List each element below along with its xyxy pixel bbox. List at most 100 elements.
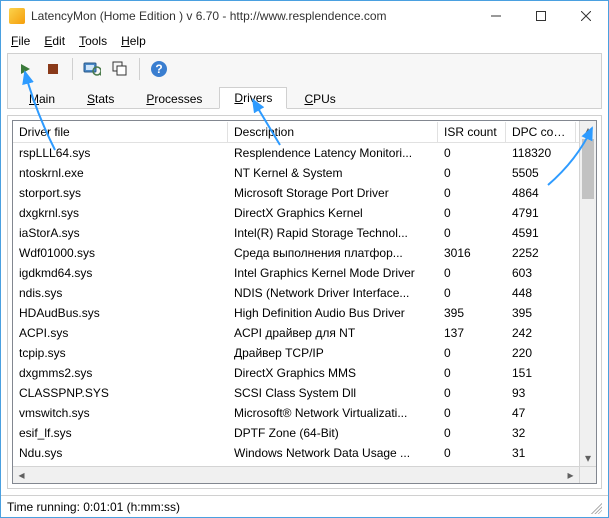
minimize-button[interactable] [473, 1, 518, 31]
cell-dpc: 603 [506, 264, 576, 282]
stop-button[interactable] [40, 56, 66, 82]
menu-edit[interactable]: Edit [38, 33, 71, 49]
cell-desc: High Definition Audio Bus Driver [228, 304, 438, 322]
windows-icon-button[interactable] [107, 56, 133, 82]
cell-isr: 0 [438, 424, 506, 442]
menu-file[interactable]: File [5, 33, 36, 49]
cell-isr: 0 [438, 204, 506, 222]
cell-dpc: 395 [506, 304, 576, 322]
tabbar: Main Stats Processes Drivers CPUs [7, 83, 602, 109]
table-row[interactable]: Wdf01000.sysСреда выполнения платфор...3… [13, 243, 596, 263]
scroll-up-icon[interactable]: ▴ [580, 121, 596, 138]
scroll-right-icon[interactable]: ▸ [562, 467, 579, 483]
cell-desc: Microsoft Storage Port Driver [228, 184, 438, 202]
cell-desc: DPTF Zone (64-Bit) [228, 424, 438, 442]
cell-desc: DirectX Graphics MMS [228, 364, 438, 382]
cell-desc: NT Kernel & System [228, 164, 438, 182]
tab-processes[interactable]: Processes [131, 88, 217, 109]
cell-dpc: 4864 [506, 184, 576, 202]
cell-file: Wdf01000.sys [13, 244, 228, 262]
cell-desc: ACPI драйвер для NT [228, 324, 438, 342]
tab-cpus[interactable]: CPUs [289, 88, 350, 109]
help-icon-button[interactable]: ? [146, 56, 172, 82]
cell-dpc: 220 [506, 344, 576, 362]
table-row[interactable]: ndis.sysNDIS (Network Driver Interface..… [13, 283, 596, 303]
column-header-isr-count[interactable]: ISR count [438, 122, 506, 142]
cell-dpc: 4591 [506, 224, 576, 242]
cell-dpc: 47 [506, 404, 576, 422]
table-row[interactable]: Ndu.sysWindows Network Data Usage ...031 [13, 443, 596, 463]
cell-isr: 3016 [438, 244, 506, 262]
cell-isr: 0 [438, 144, 506, 162]
table-row[interactable]: ntoskrnl.exeNT Kernel & System05505 [13, 163, 596, 183]
cell-file: Ndu.sys [13, 444, 228, 462]
maximize-button[interactable] [518, 1, 563, 31]
cell-isr: 0 [438, 224, 506, 242]
computer-icon-button[interactable] [79, 56, 105, 82]
table-row[interactable]: rspLLL64.sysResplendence Latency Monitor… [13, 143, 596, 163]
cell-dpc: 242 [506, 324, 576, 342]
cell-isr: 0 [438, 264, 506, 282]
scroll-left-icon[interactable]: ◂ [13, 467, 30, 483]
cell-desc: Среда выполнения платфор... [228, 244, 438, 262]
menu-help[interactable]: Help [115, 33, 152, 49]
cell-file: CLASSPNP.SYS [13, 384, 228, 402]
tab-main[interactable]: Main [14, 88, 70, 109]
cell-file: ntoskrnl.exe [13, 164, 228, 182]
cell-file: tcpip.sys [13, 344, 228, 362]
cell-dpc: 31 [506, 444, 576, 462]
cell-desc: DirectX Graphics Kernel [228, 204, 438, 222]
cell-dpc: 4791 [506, 204, 576, 222]
cell-desc: NDIS (Network Driver Interface... [228, 284, 438, 302]
cell-dpc: 448 [506, 284, 576, 302]
cell-isr: 0 [438, 184, 506, 202]
cell-isr: 137 [438, 324, 506, 342]
table-row[interactable]: storport.sysMicrosoft Storage Port Drive… [13, 183, 596, 203]
play-button[interactable] [12, 56, 38, 82]
horizontal-scrollbar[interactable]: ◂ ▸ [13, 466, 579, 483]
tab-drivers[interactable]: Drivers [219, 87, 287, 109]
cell-isr: 0 [438, 164, 506, 182]
cell-file: dxgkrnl.sys [13, 204, 228, 222]
vertical-scrollbar[interactable]: ▴ ▾ [579, 121, 596, 466]
cell-file: storport.sys [13, 184, 228, 202]
table-row[interactable]: HDAudBus.sysHigh Definition Audio Bus Dr… [13, 303, 596, 323]
tab-stats[interactable]: Stats [72, 88, 129, 109]
titlebar: LatencyMon (Home Edition ) v 6.70 - http… [1, 1, 608, 31]
window-title: LatencyMon (Home Edition ) v 6.70 - http… [31, 9, 387, 23]
cell-desc: Resplendence Latency Monitori... [228, 144, 438, 162]
cell-isr: 0 [438, 284, 506, 302]
column-header-description[interactable]: Description [228, 122, 438, 142]
table-row[interactable]: vmswitch.sysMicrosoft® Network Virtualiz… [13, 403, 596, 423]
table-row[interactable]: tcpip.sysДрайвер TCP/IP0220 [13, 343, 596, 363]
cell-file: iaStorA.sys [13, 224, 228, 242]
table-row[interactable]: dxgmms2.sysDirectX Graphics MMS0151 [13, 363, 596, 383]
toolbar-separator [72, 58, 73, 80]
content-panel: Driver file Description ISR count DPC co… [7, 115, 602, 489]
close-button[interactable] [563, 1, 608, 31]
cell-dpc: 2252 [506, 244, 576, 262]
table-row[interactable]: igdkmd64.sysIntel Graphics Kernel Mode D… [13, 263, 596, 283]
table-row[interactable]: iaStorA.sysIntel(R) Rapid Storage Techno… [13, 223, 596, 243]
scroll-thumb[interactable] [582, 139, 594, 199]
cell-isr: 0 [438, 404, 506, 422]
table-row[interactable]: esif_lf.sysDPTF Zone (64-Bit)032 [13, 423, 596, 443]
toolbar-separator [139, 58, 140, 80]
column-header-file[interactable]: Driver file [13, 122, 228, 142]
scroll-down-icon[interactable]: ▾ [580, 449, 596, 466]
cell-desc: Intel Graphics Kernel Mode Driver [228, 264, 438, 282]
cell-file: igdkmd64.sys [13, 264, 228, 282]
drivers-list: Driver file Description ISR count DPC co… [12, 120, 597, 484]
resize-grip-icon[interactable] [588, 500, 602, 514]
table-row[interactable]: CLASSPNP.SYSSCSI Class System Dll093 [13, 383, 596, 403]
cell-dpc: 5505 [506, 164, 576, 182]
table-row[interactable]: ACPI.sysACPI драйвер для NT137242 [13, 323, 596, 343]
column-header-dpc-count[interactable]: DPC count [506, 122, 576, 142]
cell-file: rspLLL64.sys [13, 144, 228, 162]
menu-tools[interactable]: Tools [73, 33, 113, 49]
cell-isr: 0 [438, 384, 506, 402]
cell-desc: Windows Network Data Usage ... [228, 444, 438, 462]
table-row[interactable]: dxgkrnl.sysDirectX Graphics Kernel04791 [13, 203, 596, 223]
menubar: File Edit Tools Help [1, 31, 608, 51]
cell-isr: 395 [438, 304, 506, 322]
